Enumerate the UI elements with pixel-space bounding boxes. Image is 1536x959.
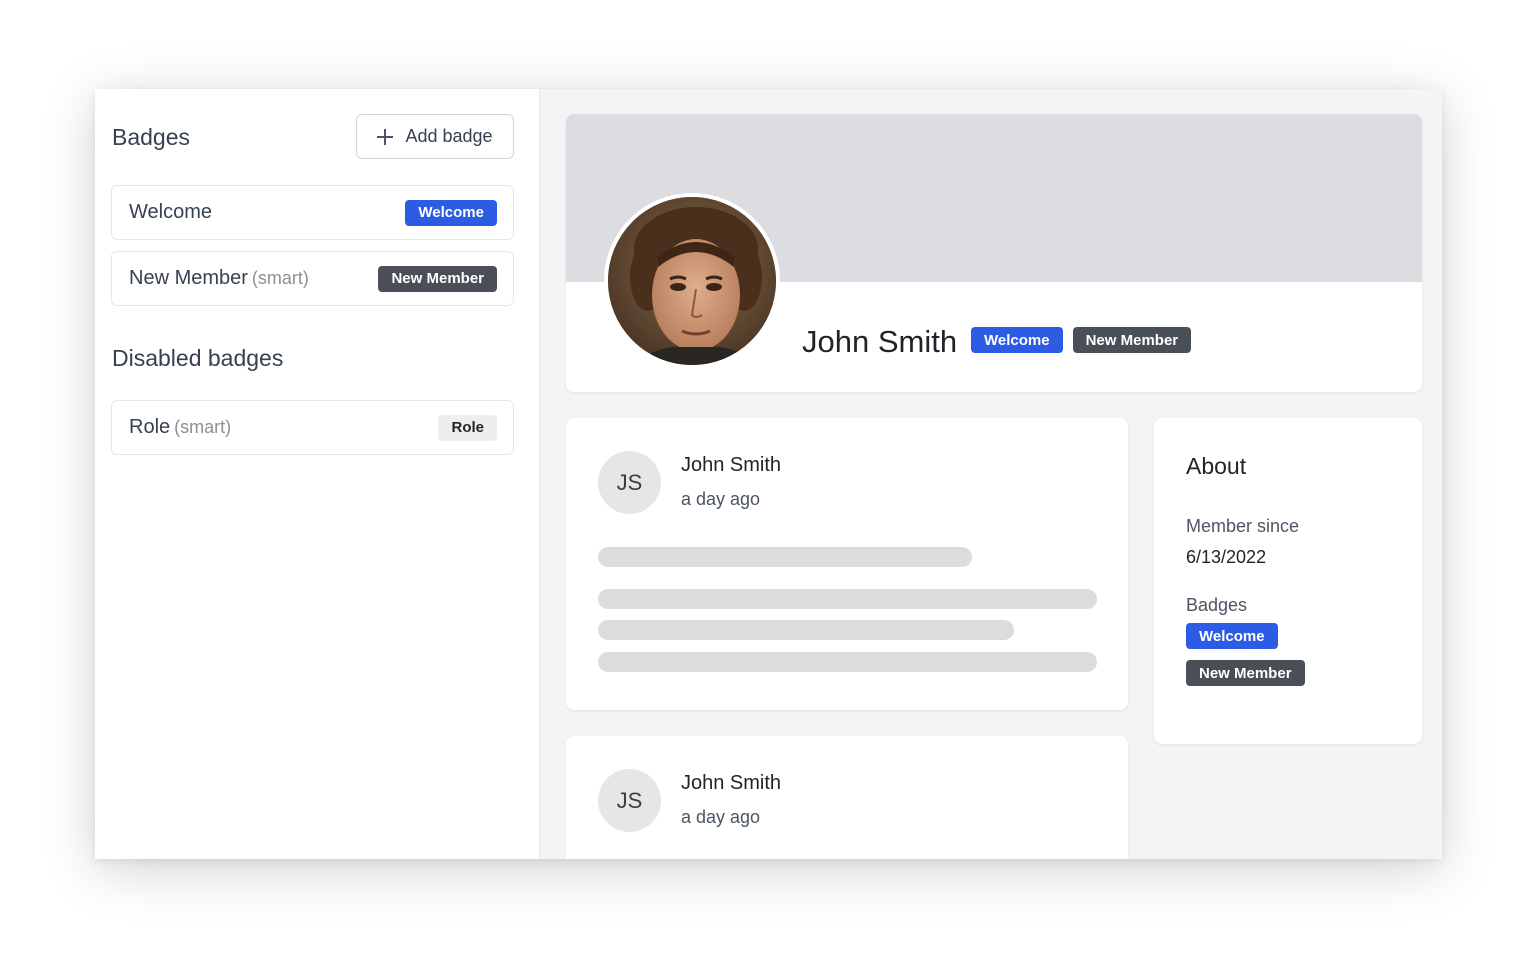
post-timestamp: a day ago: [681, 807, 761, 827]
profile-badge-welcome: Welcome: [971, 327, 1063, 353]
profile-name: John Smith: [802, 324, 958, 359]
smart-tag: (smart): [251, 268, 309, 288]
post-author[interactable]: John Smith: [681, 772, 781, 795]
user-avatar-photo: [604, 193, 780, 369]
post-author[interactable]: John Smith: [681, 454, 781, 477]
add-badge-button[interactable]: Add badge: [356, 114, 514, 159]
author-avatar: JS: [598, 451, 661, 514]
plus-icon: [377, 128, 394, 145]
member-since-label: Member since: [1186, 516, 1300, 536]
profile-badges: Welcome New Member: [971, 327, 1192, 353]
badges-title: Badges: [112, 124, 191, 150]
badge-preview-role: Role: [438, 414, 497, 441]
post-card: JS John Smith a day ago: [566, 418, 1128, 710]
about-title: About: [1186, 453, 1247, 479]
post-timestamp: a day ago: [681, 489, 761, 509]
about-badges-label: Badges: [1186, 595, 1248, 615]
app-window: Badges Add badge Welcome Welcome New Mem…: [95, 89, 1442, 859]
avatar-portrait: [608, 197, 776, 365]
post-card: JS John Smith a day ago: [566, 736, 1128, 859]
smart-tag: (smart): [174, 417, 232, 437]
about-card: About Member since 6/13/2022 Badges Welc…: [1154, 418, 1422, 744]
content-placeholder-line: [598, 589, 1097, 609]
profile-badge-new-member: New Member: [1072, 327, 1192, 353]
content-placeholder-line: [598, 620, 1014, 640]
badge-row-role[interactable]: Role (smart) Role: [111, 400, 514, 455]
content-placeholder-line: [598, 547, 972, 567]
badge-row-welcome[interactable]: Welcome Welcome: [111, 185, 514, 240]
badge-name: Welcome: [129, 201, 212, 223]
member-since-value: 6/13/2022: [1186, 547, 1267, 567]
badge-name: Role: [129, 416, 171, 438]
about-badge-new-member: New Member: [1186, 660, 1305, 686]
badges-panel: Badges Add badge Welcome Welcome New Mem…: [95, 89, 540, 859]
disabled-badges-title: Disabled badges: [112, 345, 284, 371]
profile-header-card: John Smith Welcome New Member: [566, 114, 1422, 392]
badge-preview-new-member: New Member: [378, 265, 497, 292]
badge-row-new-member[interactable]: New Member (smart) New Member: [111, 251, 514, 306]
badge-name: New Member: [129, 267, 248, 289]
content-placeholder-line: [598, 652, 1097, 672]
badge-preview-welcome: Welcome: [405, 199, 497, 226]
author-avatar: JS: [598, 769, 661, 832]
add-badge-label: Add badge: [405, 126, 493, 146]
about-badge-welcome: Welcome: [1186, 623, 1278, 649]
